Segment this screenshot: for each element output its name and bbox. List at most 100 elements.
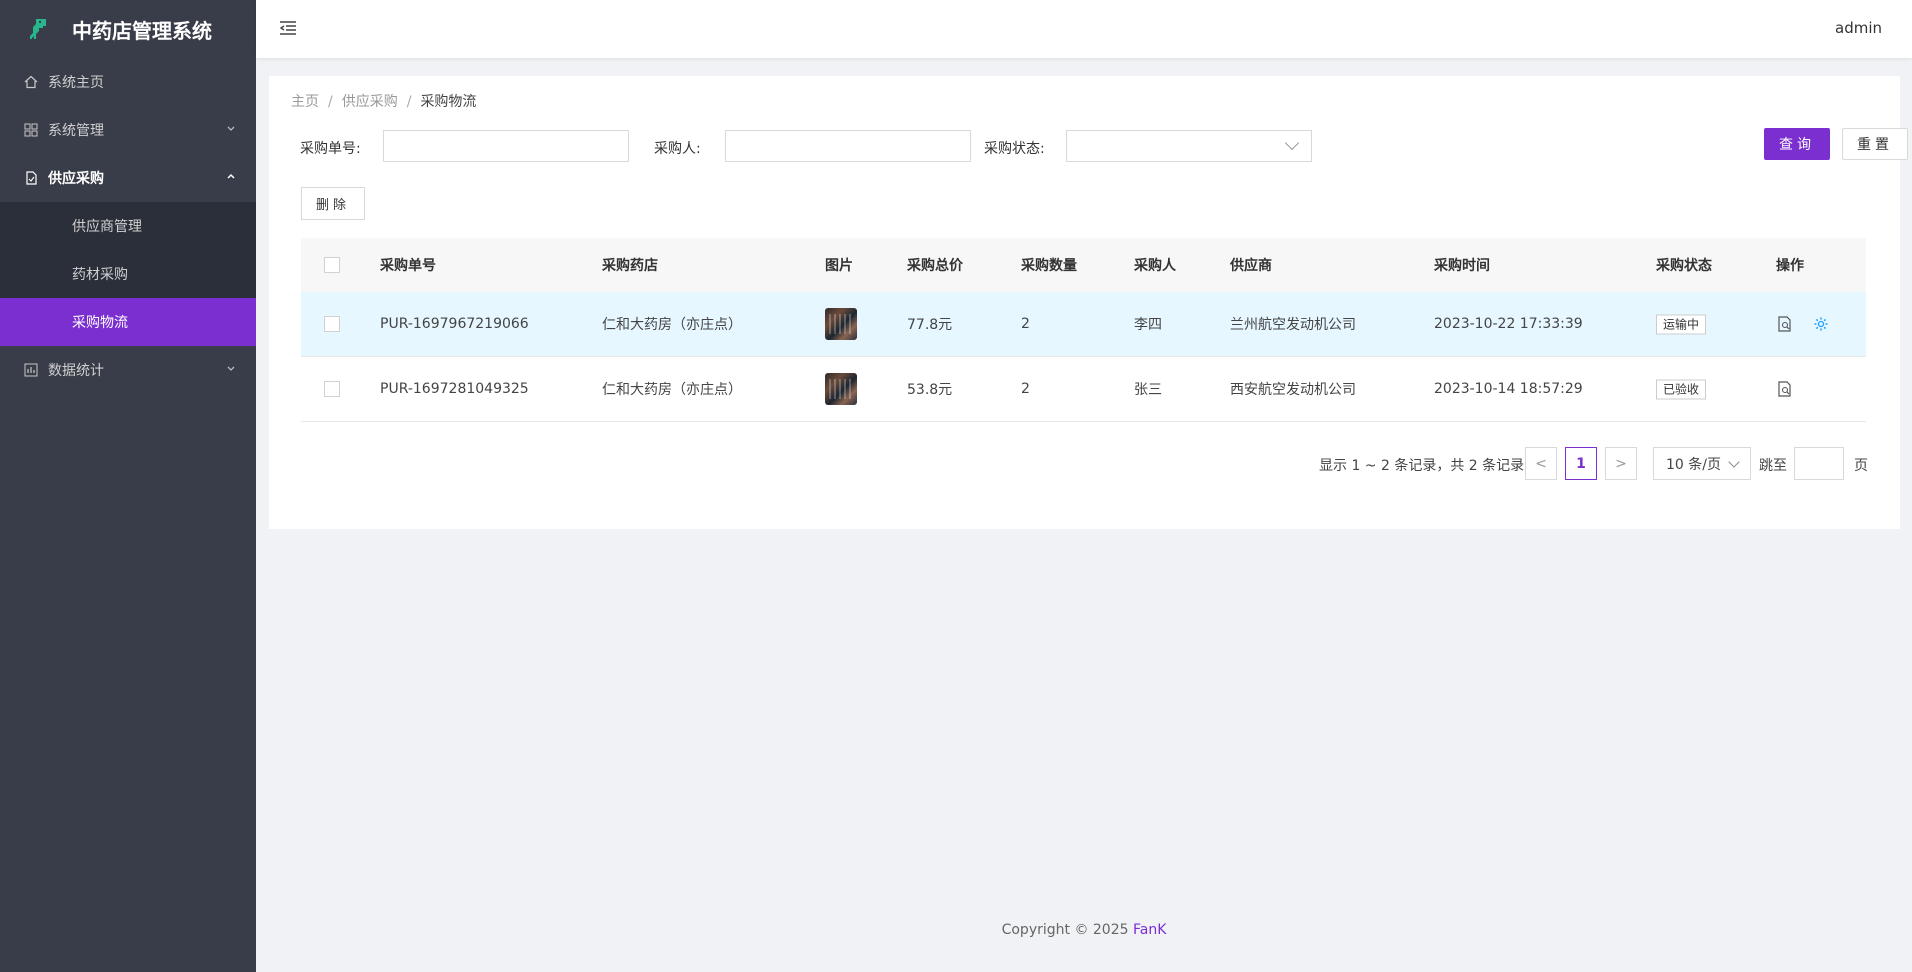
breadcrumb-supply[interactable]: 供应采购	[342, 94, 398, 110]
supply-submenu: 供应商管理 药材采购 采购物流	[0, 202, 256, 346]
sidebar-item-suppliers[interactable]: 供应商管理	[0, 202, 256, 250]
column-header: 采购数量	[1021, 258, 1077, 274]
column-header: 采购时间	[1434, 258, 1490, 274]
status-label: 采购状态:	[984, 141, 1045, 157]
column-header: 采购人	[1134, 258, 1176, 274]
sidebar-item-statistics[interactable]: 数据统计	[0, 346, 256, 394]
view-detail-icon[interactable]	[1776, 380, 1794, 398]
row-checkbox[interactable]	[324, 381, 340, 397]
author-link[interactable]: FanK	[1133, 922, 1166, 938]
delete-button[interactable]: 删除	[301, 187, 365, 220]
column-header: 供应商	[1230, 258, 1272, 274]
supplier-name: 兰州航空发动机公司	[1230, 317, 1356, 333]
sidebar-item-home[interactable]: 系统主页	[0, 58, 256, 106]
sidebar-item-herb-purchase[interactable]: 药材采购	[0, 250, 256, 298]
document-icon	[24, 171, 38, 185]
sidebar-item-logistics[interactable]: 采购物流	[0, 298, 256, 346]
row-actions	[1776, 315, 1830, 333]
chevron-left-icon: <	[1535, 455, 1547, 472]
jump-label: 跳至	[1759, 458, 1787, 474]
prev-page-button[interactable]: <	[1525, 447, 1557, 480]
buyer-label: 采购人:	[654, 141, 701, 157]
jump-page-input[interactable]	[1794, 447, 1844, 480]
quantity: 2	[1021, 381, 1030, 397]
row-checkbox[interactable]	[324, 316, 340, 332]
chevron-down-icon	[226, 124, 236, 137]
table-row[interactable]: PUR-1697281049325 仁和大药房（亦庄点） 53.8元 2 张三 …	[301, 357, 1866, 422]
app-title: 中药店管理系统	[72, 18, 212, 43]
next-page-button[interactable]: >	[1605, 447, 1637, 480]
query-button[interactable]: 查询	[1764, 128, 1830, 160]
status-cell: 已验收	[1656, 379, 1707, 400]
buyer-input[interactable]	[725, 130, 971, 162]
sidebar-item-supply[interactable]: 供应采购	[0, 154, 256, 202]
purchase-time: 2023-10-22 17:33:39	[1434, 316, 1583, 332]
breadcrumb-home[interactable]: 主页	[291, 94, 319, 110]
chart-icon	[24, 363, 38, 377]
breadcrumb: 主页 / 供应采购 / 采购物流	[291, 94, 477, 110]
column-header: 采购药店	[602, 258, 658, 274]
product-image[interactable]	[825, 373, 857, 405]
order-number: PUR-1697967219066	[380, 316, 529, 332]
quantity: 2	[1021, 316, 1030, 332]
logistics-table: 采购单号 采购药店 图片 采购总价 采购数量 采购人 供应商 采购时间 采购状态…	[301, 238, 1866, 422]
column-header: 操作	[1776, 258, 1804, 274]
store-name: 仁和大药房（亦庄点）	[602, 382, 742, 398]
sidebar-item-label: 供应采购	[48, 171, 104, 187]
chevron-down-icon	[1728, 456, 1740, 468]
sidebar-item-label: 系统管理	[48, 123, 104, 139]
product-image[interactable]	[825, 308, 857, 340]
column-header: 采购单号	[380, 258, 436, 274]
order-number: PUR-1697281049325	[380, 381, 529, 397]
total-price: 77.8元	[907, 317, 953, 333]
sidebar-item-label: 系统主页	[48, 75, 104, 91]
purchase-time: 2023-10-14 18:57:29	[1434, 381, 1583, 397]
grid-icon	[24, 123, 38, 137]
column-header: 采购状态	[1656, 258, 1712, 274]
column-header: 采购总价	[907, 258, 963, 274]
buyer-name: 张三	[1134, 382, 1162, 398]
dinosaur-logo-icon	[24, 14, 54, 44]
breadcrumb-current: 采购物流	[420, 94, 477, 110]
select-all-checkbox[interactable]	[324, 257, 340, 273]
sidebar-item-system[interactable]: 系统管理	[0, 106, 256, 154]
top-header: admin	[256, 0, 1912, 58]
user-menu[interactable]: admin	[1835, 19, 1882, 37]
pagination-info: 显示 1 ~ 2 条记录，共 2 条记录	[1319, 458, 1525, 474]
order-number-input[interactable]	[383, 130, 629, 162]
status-cell: 运输中	[1656, 314, 1707, 335]
supplier-name: 西安航空发动机公司	[1230, 382, 1356, 398]
total-price: 53.8元	[907, 382, 953, 398]
main-card: 主页 / 供应采购 / 采购物流 采购单号: 采购人: 采购状态: 查询 重置 删除 采…	[269, 76, 1908, 529]
reset-button[interactable]: 重置	[1842, 128, 1908, 160]
sidebar: 中药店管理系统 系统主页 系统管理 供应采购 供应商管理 药材采购 采购物流 数…	[0, 0, 256, 972]
search-form: 采购单号: 采购人: 采购状态: 查询 重置	[300, 128, 1908, 162]
chevron-down-icon	[1284, 135, 1300, 151]
order-number-label: 采购单号:	[300, 141, 361, 157]
home-icon	[24, 75, 38, 89]
chevron-up-icon	[226, 172, 236, 185]
page-1-button[interactable]: 1	[1565, 447, 1597, 480]
row-actions	[1776, 380, 1794, 398]
chevron-down-icon	[226, 364, 236, 377]
menu-toggle-icon[interactable]	[278, 18, 300, 40]
page-label: 页	[1854, 458, 1868, 474]
column-header: 图片	[825, 258, 853, 274]
status-badge: 运输中	[1656, 314, 1707, 335]
page-size-select[interactable]: 10 条/页	[1653, 447, 1751, 480]
chevron-right-icon: >	[1615, 455, 1627, 472]
pagination: 显示 1 ~ 2 条记录，共 2 条记录 < 1 > 10 条/页 跳至 页	[269, 447, 1900, 481]
table-row[interactable]: PUR-1697967219066 仁和大药房（亦庄点） 77.8元 2 李四 …	[301, 292, 1866, 357]
table-header: 采购单号 采购药店 图片 采购总价 采购数量 采购人 供应商 采购时间 采购状态…	[301, 238, 1866, 292]
settings-gear-icon[interactable]	[1812, 315, 1830, 333]
status-badge: 已验收	[1656, 379, 1707, 400]
logo: 中药店管理系统	[0, 0, 256, 58]
view-detail-icon[interactable]	[1776, 315, 1794, 333]
sidebar-item-label: 数据统计	[48, 363, 104, 379]
page-size-value: 10 条/页	[1666, 456, 1721, 473]
status-select[interactable]	[1066, 130, 1312, 162]
buyer-name: 李四	[1134, 317, 1162, 333]
copyright-text: Copyright © 2025	[1001, 922, 1129, 938]
footer: Copyright © 2025 FanK	[256, 922, 1912, 938]
store-name: 仁和大药房（亦庄点）	[602, 317, 742, 333]
